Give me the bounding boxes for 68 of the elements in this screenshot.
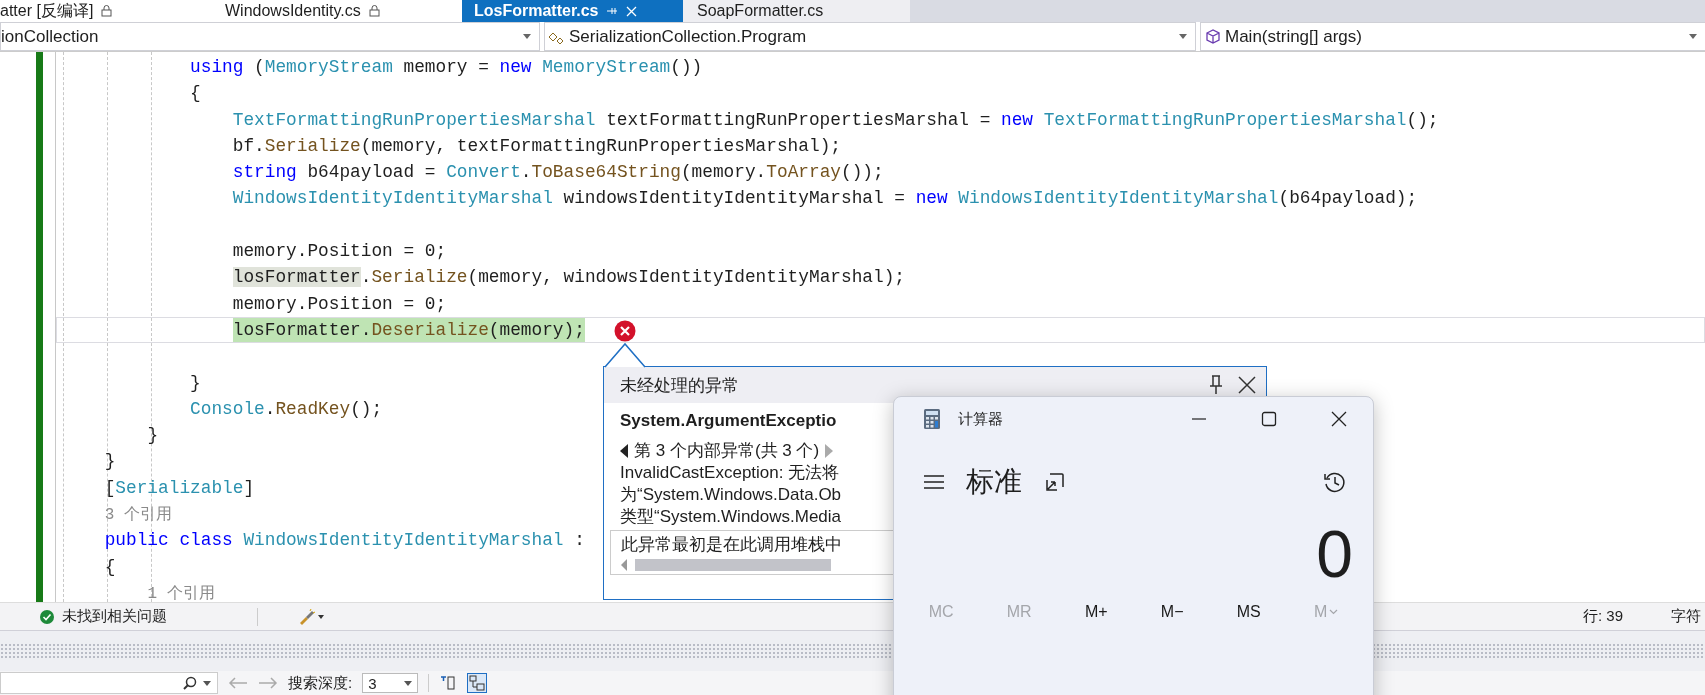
code-line: [Serializable] [104,476,255,500]
stack-hint: 此异常最初是在此调用堆栈中 [621,534,843,556]
exception-message: InvalidCastException: 无法将 [620,462,840,484]
error-icon[interactable] [614,320,636,342]
line-number-status: 行: 39 [1582,607,1623,626]
column-status: 字符 [1671,607,1701,626]
memory-button[interactable]: M− [1156,603,1188,621]
exception-name: System.ArgumentExceptio [620,411,837,431]
search-depth-label: 搜索深度: [288,673,353,693]
caret-icon [523,34,531,39]
code-line: 1 个引用 [147,583,215,602]
exception-message: 类型“System.Windows.Media [620,506,842,528]
caret-icon [404,680,413,686]
maximize-icon[interactable] [1261,411,1277,427]
caret-icon [203,680,211,686]
hierarchy-icon [469,675,486,691]
close-icon[interactable] [1238,376,1256,394]
keep-on-top-icon[interactable] [1044,471,1066,493]
caret-icon [1179,34,1187,39]
cube-icon [1204,28,1222,45]
code-line: bf.Serialize(memory, textFormattingRunPropertiesMarshal); [232,134,841,158]
code-line: { [190,82,201,106]
code-line: memory.Position = 0; [232,240,447,264]
memory-button[interactable]: M+ [1080,603,1112,621]
document-icon[interactable] [439,675,458,691]
code-line: Console.ReadKey(); [190,397,383,421]
navigation-dropdown[interactable]: ionCollection [0,22,540,51]
pin-icon[interactable] [1208,375,1224,395]
close-icon[interactable] [1331,411,1347,427]
calculator-title: 计算器 [958,409,1003,429]
exception-message: 为“System.Windows.Data.Ob [620,484,842,506]
code-line: losFormatter.Serialize(memory, windowsIdentityIdentityMarshal); [232,266,905,290]
code-line: memory.Position = 0; [232,292,447,316]
code-line: } [147,424,159,448]
inner-exception-nav: 第 3 个内部异常(共 3 个) [634,440,820,462]
previous-icon[interactable] [620,443,629,458]
code-line: WindowsIdentityIdentityMarshal windowsIdentityIdentityMarshal = new WindowsIdentityIdentityMarshal(b64payload); [232,187,1418,211]
calculator-display: 0 [1316,519,1353,589]
hierarchy-toggle[interactable] [467,673,488,693]
code-line: TextFormattingRunPropertiesMarshal textFormattingRunPropertiesMarshal = new TextFormattingRunPropertiesMarshal(); [232,108,1439,132]
code-line: 3 个引用 [104,505,172,527]
memory-button[interactable]: MS [1232,603,1265,621]
chevron-icon [1329,609,1339,615]
menu-icon[interactable] [924,474,944,490]
search-icon [183,676,197,690]
search-depth-dropdown[interactable]: 3 [362,673,419,693]
check-icon [40,609,54,624]
calculator-icon [924,409,940,429]
brush-icon[interactable] [298,608,324,625]
navigation-dropdown[interactable]: Main(string[] args) [1200,22,1705,51]
code-line: public class WindowsIdentityIdentityMarshal : [104,529,585,553]
code-line: } [190,371,201,395]
search-field[interactable] [0,672,218,694]
code-line: { [104,555,116,579]
code-line: } [104,450,116,474]
file-tab[interactable]: atter [反编译] [0,0,205,22]
popup-title: 未经处理的异常 [620,374,740,397]
caret-icon [1689,34,1697,39]
mode-title: 标准 [966,465,1022,499]
issues-status[interactable]: 未找到相关问题 [62,607,167,626]
navigation-dropdown[interactable]: SerializationCollection.Program [544,22,1196,51]
scroll-left-icon[interactable] [621,559,627,571]
history-icon[interactable] [1323,470,1347,494]
code-line: using (MemoryStream memory = new MemoryStream()) [190,56,703,79]
file-tab[interactable]: WindowsIdentity.cs [205,0,462,22]
file-tab[interactable]: SoapFormatter.cs [683,0,910,22]
scrollbar-thumb[interactable] [635,559,831,571]
code-line: string b64payload = Convert.ToBase64String(memory.ToArray()); [232,161,884,185]
